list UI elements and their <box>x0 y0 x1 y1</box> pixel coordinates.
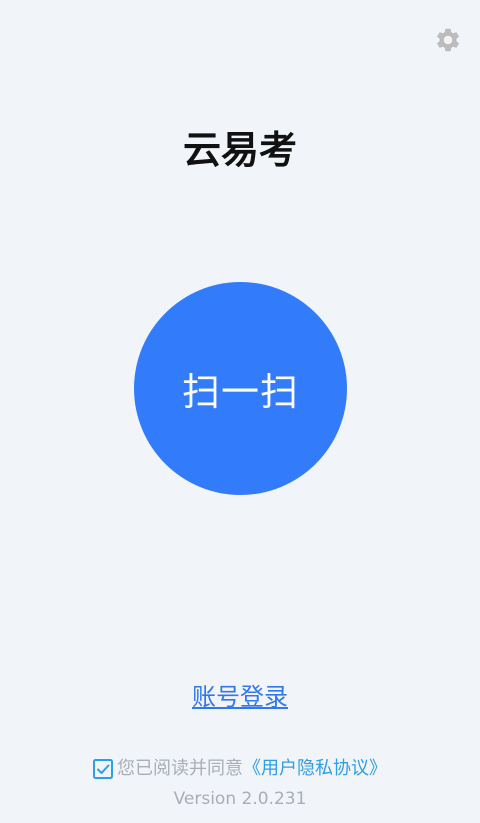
app-title: 云易考 <box>182 128 297 172</box>
agreement-checkbox[interactable] <box>93 759 113 779</box>
account-login-link[interactable]: 账号登录 <box>192 683 288 711</box>
agreement-row: 您已阅读并同意 《用户隐私协议》 <box>0 757 480 781</box>
agreement-text: 您已阅读并同意 <box>117 758 243 779</box>
privacy-policy-link[interactable]: 《用户隐私协议》 <box>243 757 387 781</box>
scan-button[interactable]: 扫一扫 <box>134 282 347 495</box>
checkbox-checked-icon <box>93 759 113 779</box>
settings-button[interactable] <box>433 25 463 55</box>
scan-button-label: 扫一扫 <box>181 370 299 414</box>
gear-icon <box>437 28 459 52</box>
account-login-row: 账号登录 <box>0 681 480 713</box>
version-label: Version 2.0.231 <box>173 789 307 809</box>
